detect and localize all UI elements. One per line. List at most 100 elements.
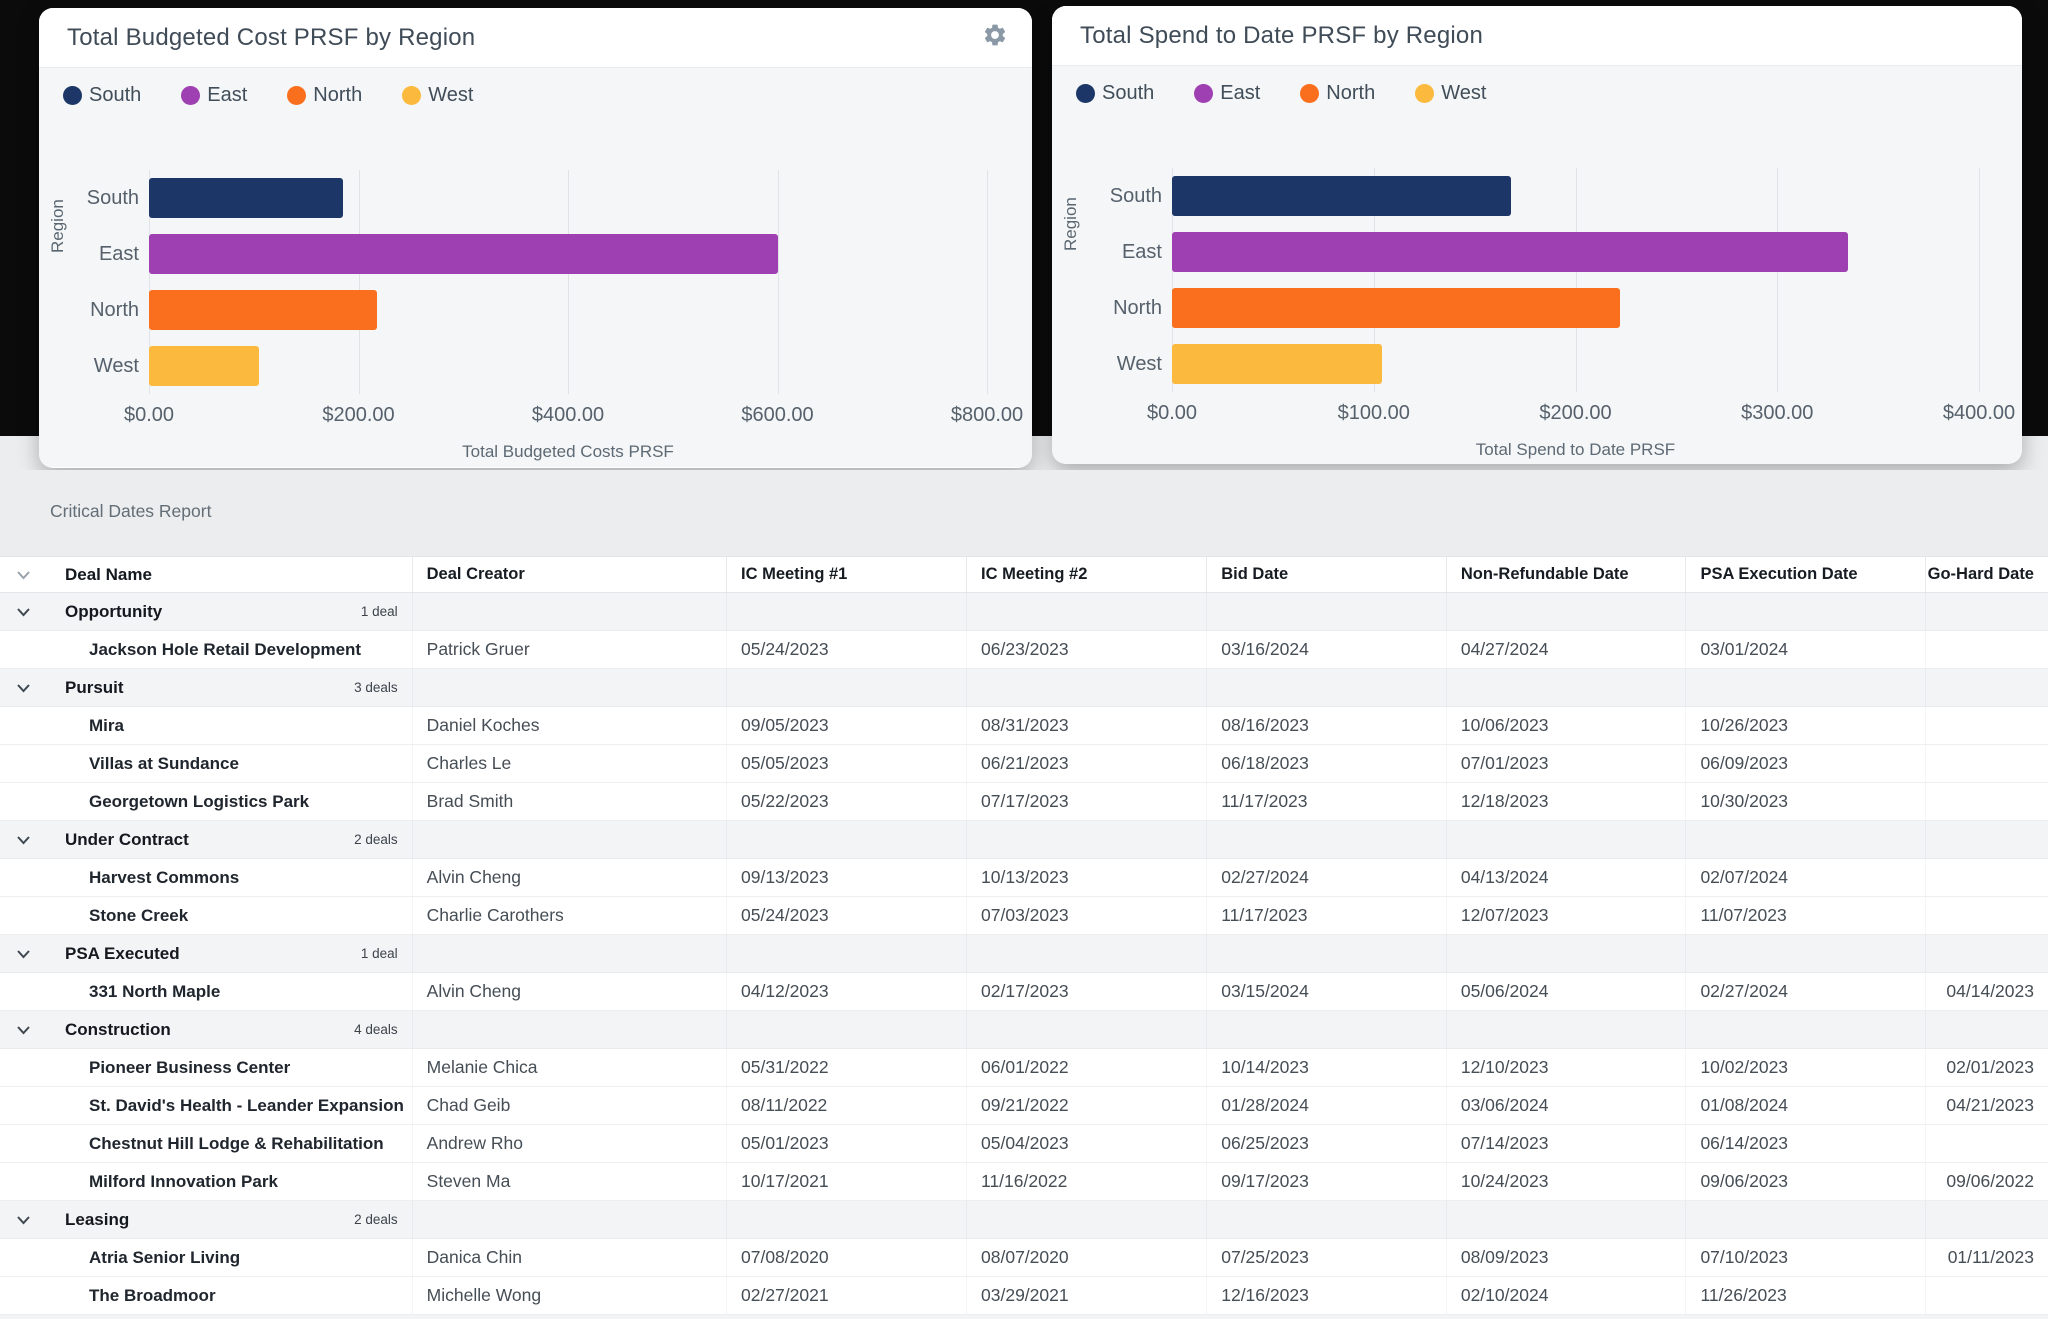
x-tick-label: $200.00 — [322, 404, 394, 427]
bar-west[interactable] — [149, 346, 259, 386]
empty-cell — [1685, 1011, 1925, 1048]
deal-row[interactable]: MiraDaniel Koches09/05/202308/31/202308/… — [0, 707, 2048, 745]
group-chevron[interactable] — [0, 1011, 47, 1048]
non-refundable-date-cell: 02/10/2024 — [1446, 1277, 1686, 1314]
deal-row[interactable]: Villas at SundanceCharles Le05/05/202306… — [0, 745, 2048, 783]
deal-row[interactable]: Chestnut Hill Lodge & RehabilitationAndr… — [0, 1125, 2048, 1163]
gridline — [568, 170, 569, 394]
x-tick-label: $800.00 — [951, 404, 1023, 427]
legend-label: East — [207, 84, 247, 107]
ic-meeting-2-cell: 08/31/2023 — [966, 707, 1206, 744]
deal-creator-cell: Alvin Cheng — [412, 973, 726, 1010]
chevron-down-icon — [16, 607, 31, 617]
legend-item-north[interactable]: North — [1300, 82, 1375, 105]
chevron-down-icon — [16, 1215, 31, 1225]
psa-execution-date-cell: 10/26/2023 — [1685, 707, 1925, 744]
psa-execution-date-cell: 07/10/2023 — [1685, 1239, 1925, 1276]
row-indent — [0, 1277, 47, 1314]
deal-row[interactable]: Milford Innovation ParkSteven Ma10/17/20… — [0, 1163, 2048, 1201]
legend-dot-icon — [1300, 84, 1319, 103]
legend-dot-icon — [1076, 84, 1095, 103]
bar-south[interactable] — [149, 178, 343, 218]
deal-row[interactable]: Pioneer Business CenterMelanie Chica05/3… — [0, 1049, 2048, 1087]
chart-legend: South East North West — [63, 84, 473, 107]
go-hard-date-cell — [1925, 745, 2048, 782]
deal-row[interactable]: The BroadmoorMichelle Wong02/27/202103/2… — [0, 1277, 2048, 1315]
deal-row[interactable]: Georgetown Logistics ParkBrad Smith05/22… — [0, 783, 2048, 821]
group-row[interactable]: Opportunity1 deal — [0, 593, 2048, 631]
go-hard-date-cell: 01/11/2023 — [1925, 1239, 2048, 1276]
group-name-cell: PSA Executed1 deal — [47, 935, 412, 972]
legend-item-west[interactable]: West — [402, 84, 473, 107]
column-header-go-hard-date: Go-Hard Date — [1925, 557, 2048, 592]
expand-all-chevron[interactable] — [0, 557, 47, 592]
ic-meeting-1-cell: 04/12/2023 — [726, 973, 966, 1010]
group-row[interactable]: Construction4 deals — [0, 1011, 2048, 1049]
bar-north[interactable] — [149, 290, 377, 330]
legend-item-east[interactable]: East — [1194, 82, 1260, 105]
group-chevron[interactable] — [0, 593, 47, 630]
deal-name-cell: The Broadmoor — [47, 1277, 412, 1314]
deal-row[interactable]: Stone CreekCharlie Carothers05/24/202307… — [0, 897, 2048, 935]
legend-item-south[interactable]: South — [63, 84, 141, 107]
empty-cell — [1206, 593, 1446, 630]
non-refundable-date-cell: 12/10/2023 — [1446, 1049, 1686, 1086]
deal-creator-cell: Steven Ma — [412, 1163, 726, 1200]
bid-date-cell: 06/18/2023 — [1206, 745, 1446, 782]
psa-execution-date-cell: 02/27/2024 — [1685, 973, 1925, 1010]
deal-creator-cell: Charlie Carothers — [412, 897, 726, 934]
empty-cell — [966, 1011, 1206, 1048]
bar-east[interactable] — [1172, 232, 1848, 272]
bid-date-cell: 08/16/2023 — [1206, 707, 1446, 744]
deal-row[interactable]: Jackson Hole Retail DevelopmentPatrick G… — [0, 631, 2048, 669]
group-chevron[interactable] — [0, 935, 47, 972]
psa-execution-date-cell: 03/01/2024 — [1685, 631, 1925, 668]
group-chevron[interactable] — [0, 821, 47, 858]
group-name-cell: Pursuit3 deals — [47, 669, 412, 706]
deal-count-badge: 1 deal — [361, 604, 412, 619]
column-header-psa-execution-date: PSA Execution Date — [1685, 557, 1925, 592]
group-row[interactable]: PSA Executed1 deal — [0, 935, 2048, 973]
bar-west[interactable] — [1172, 344, 1382, 384]
empty-cell — [412, 669, 726, 706]
deal-name-cell: Mira — [47, 707, 412, 744]
x-tick-label: $200.00 — [1539, 402, 1611, 425]
psa-execution-date-cell: 10/30/2023 — [1685, 783, 1925, 820]
empty-cell — [726, 1011, 966, 1048]
deal-row[interactable]: Harvest CommonsAlvin Cheng09/13/202310/1… — [0, 859, 2048, 897]
group-row[interactable]: Pursuit3 deals — [0, 669, 2048, 707]
legend-item-west[interactable]: West — [1415, 82, 1486, 105]
deal-count-badge: 2 deals — [354, 1212, 412, 1227]
group-chevron[interactable] — [0, 1201, 47, 1238]
empty-cell — [1206, 821, 1446, 858]
bar-south[interactable] — [1172, 176, 1511, 216]
legend-item-north[interactable]: North — [287, 84, 362, 107]
group-chevron[interactable] — [0, 669, 47, 706]
legend-item-east[interactable]: East — [181, 84, 247, 107]
non-refundable-date-cell: 07/01/2023 — [1446, 745, 1686, 782]
row-indent — [0, 973, 47, 1010]
next-row-sliver — [0, 1315, 2048, 1319]
card-header: Total Spend to Date PRSF by Region — [1052, 6, 2022, 66]
settings-gear-icon[interactable] — [982, 22, 1008, 48]
bar-east[interactable] — [149, 234, 778, 274]
psa-execution-date-cell: 11/07/2023 — [1685, 897, 1925, 934]
x-tick-label: $100.00 — [1338, 402, 1410, 425]
group-row[interactable]: Leasing2 deals — [0, 1201, 2048, 1239]
group-name-cell: Leasing2 deals — [47, 1201, 412, 1238]
go-hard-date-cell — [1925, 631, 2048, 668]
chevron-down-icon — [16, 683, 31, 693]
deal-row[interactable]: St. David's Health - Leander ExpansionCh… — [0, 1087, 2048, 1125]
bar-north[interactable] — [1172, 288, 1620, 328]
deal-row[interactable]: Atria Senior LivingDanica Chin07/08/2020… — [0, 1239, 2048, 1277]
legend-item-south[interactable]: South — [1076, 82, 1154, 105]
deal-count-badge: 2 deals — [354, 832, 412, 847]
ic-meeting-2-cell: 06/21/2023 — [966, 745, 1206, 782]
empty-cell — [412, 935, 726, 972]
row-indent — [0, 1239, 47, 1276]
psa-execution-date-cell: 01/08/2024 — [1685, 1087, 1925, 1124]
go-hard-date-cell: 02/01/2023 — [1925, 1049, 2048, 1086]
group-row[interactable]: Under Contract2 deals — [0, 821, 2048, 859]
empty-cell — [1446, 935, 1686, 972]
deal-row[interactable]: 331 North MapleAlvin Cheng04/12/202302/1… — [0, 973, 2048, 1011]
